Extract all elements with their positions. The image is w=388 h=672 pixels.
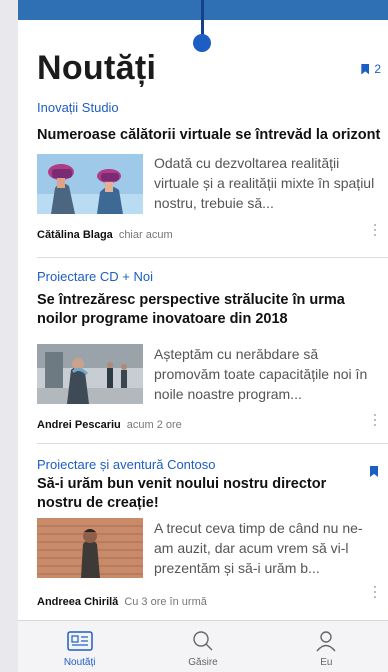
tab-news[interactable]: Noutăți: [18, 621, 141, 672]
vr-headset-image: [37, 154, 143, 214]
man-brick-wall-image: [37, 518, 143, 578]
more-options-icon[interactable]: [374, 224, 378, 236]
article-headline[interactable]: Să-i urăm bun venit noului nostru direct…: [37, 475, 352, 513]
tab-me[interactable]: Eu: [265, 621, 388, 672]
bookmark-icon: [361, 63, 370, 75]
article-author[interactable]: Andrei Pescariu: [37, 419, 121, 431]
article-card[interactable]: Proiectare și aventură Contoso Să-i urăm…: [18, 452, 388, 618]
person-icon: [316, 631, 336, 652]
article-card[interactable]: Inovații Studio Numeroase călătorii virt…: [18, 96, 388, 252]
pointer-line: [201, 0, 204, 38]
app-screen: Noutăți 2 Inovații Studio Numeroase călă…: [18, 0, 388, 672]
article-time: acum 2 ore: [126, 419, 182, 431]
pointer-dot: [193, 34, 211, 52]
article-summary: A trecut ceva timp de când nu ne-am auzi…: [154, 520, 363, 576]
saved-count-button[interactable]: 2: [361, 62, 381, 76]
news-icon: [66, 631, 93, 651]
article-thumbnail[interactable]: [37, 518, 143, 578]
article-meta: Andreea Chirilă Cu 3 ore în urmă: [37, 596, 207, 608]
article-category[interactable]: Inovații Studio: [37, 100, 119, 115]
article-headline[interactable]: Se întrezăresc perspective strălucite în…: [37, 291, 382, 329]
people-walking-image: [37, 344, 143, 404]
divider: [37, 257, 388, 258]
tab-bar: Noutăți Găsire Eu: [18, 620, 388, 672]
tab-label: Eu: [320, 657, 333, 668]
tab-label: Găsire: [188, 657, 218, 668]
more-options-icon[interactable]: [374, 414, 378, 426]
tab-label: Noutăți: [63, 657, 96, 668]
bookmarked-icon[interactable]: [370, 464, 378, 482]
page-title: Noutăți: [37, 49, 157, 87]
article-card[interactable]: Proiectare CD + Noi Se întrezăresc persp…: [18, 264, 388, 438]
article-thumbnail[interactable]: [37, 344, 143, 404]
article-author[interactable]: Cătălina Blaga: [37, 229, 113, 241]
article-headline[interactable]: Numeroase călătorii virtuale se întrevăd…: [37, 126, 382, 145]
article-category[interactable]: Proiectare CD + Noi: [37, 269, 153, 284]
article-thumbnail[interactable]: [37, 154, 143, 214]
article-meta: Andrei Pescariu acum 2 ore: [37, 419, 182, 431]
more-options-icon[interactable]: [374, 586, 378, 598]
article-author[interactable]: Andreea Chirilă: [37, 596, 118, 608]
saved-count: 2: [374, 62, 381, 76]
article-time: Cu 3 ore în urmă: [124, 596, 207, 608]
article-category[interactable]: Proiectare și aventură Contoso: [37, 457, 215, 472]
search-icon: [193, 631, 213, 651]
article-time: chiar acum: [118, 229, 173, 241]
tab-search[interactable]: Găsire: [141, 621, 264, 672]
divider: [37, 443, 388, 444]
article-summary: Odată cu dezvoltarea realității virtuale…: [154, 155, 375, 211]
article-meta: Cătălina Blaga chiar acum: [37, 229, 173, 241]
article-summary: Așteptăm cu nerăbdare să promovăm toate …: [154, 346, 368, 402]
